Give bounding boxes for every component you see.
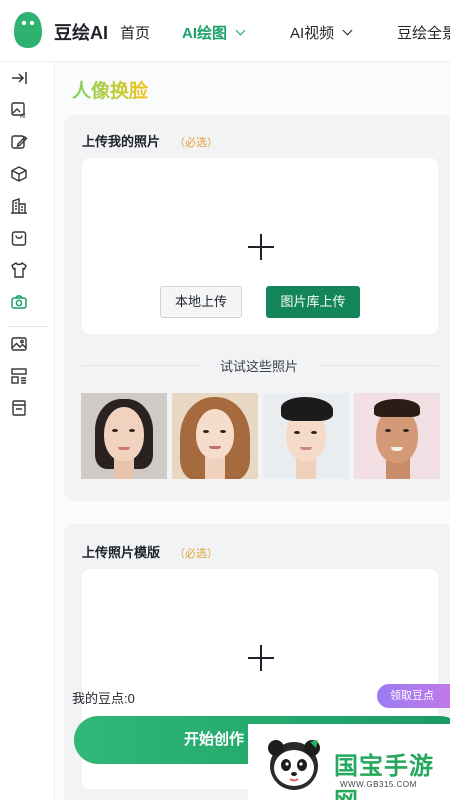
required-label: （必选） [174,137,219,149]
watermark-title: 国宝手游网 [334,752,434,800]
photo-upload-area[interactable]: 本地上传 图片库上传 [82,158,438,334]
sample-photo-4[interactable] [354,393,440,479]
doohui-logo-icon[interactable] [12,10,44,50]
nav-ai-video-label: AI视频 [290,25,335,42]
upload-template-title: 上传照片模版 （必选） [82,542,218,561]
sample-photo-2[interactable] [172,393,258,479]
upload-photo-title: 上传我的照片 （必选） [82,131,218,150]
page-title: 人像换脸 [72,76,148,103]
chevron-down-icon [235,25,246,36]
svg-text:AI: AI [20,114,26,119]
document-icon[interactable] [9,398,29,418]
building-icon[interactable] [9,196,29,216]
upload-photo-title-text: 上传我的照片 [82,134,161,149]
nav-home[interactable]: 首页 [120,22,150,43]
local-upload-button[interactable]: 本地上传 [160,286,242,318]
nav-panorama[interactable]: 豆绘全景 [397,22,450,43]
collapse-icon[interactable] [9,68,29,88]
plus-icon[interactable] [248,645,274,671]
ai-image-icon[interactable]: AI [9,100,29,120]
camera-icon[interactable] [9,292,29,312]
my-points: 我的豆点:0 [72,691,135,706]
sample-photo-3[interactable] [263,393,349,479]
sample-photos [81,393,440,479]
claim-points-button[interactable]: 领取豆点 [377,684,450,708]
watermark-url: WWW.GB315.COM [340,780,417,789]
upload-photo-card: 上传我的照片 （必选） 本地上传 图片库上传 试试这些照片 [64,115,450,501]
sidebar-divider [8,326,48,327]
edit-image-icon[interactable] [9,132,29,152]
watermark: 国宝手游网 WWW.GB315.COM [248,724,450,800]
gallery-upload-button[interactable]: 图片库上传 [266,286,360,318]
nav-home-label: 首页 [120,25,151,42]
panda-logo-icon [268,740,320,790]
shirt-icon[interactable] [9,260,29,280]
nav-panorama-label: 豆绘全景 [397,25,450,42]
gallery-icon[interactable] [9,334,29,354]
bag-icon[interactable] [9,228,29,248]
nav-ai-drawing-label: AI绘图 [182,25,228,42]
sidebar: AI [0,62,55,800]
nav-ai-drawing[interactable]: AI绘图 [182,22,246,43]
plus-icon[interactable] [248,234,274,260]
upload-template-title-text: 上传照片模版 [82,545,161,560]
layout-icon[interactable] [9,366,29,386]
nav-ai-video[interactable]: AI视频 [290,22,353,43]
chevron-down-icon [342,25,353,36]
brand-name[interactable]: 豆绘AI [54,19,108,45]
sample-photo-1[interactable] [81,393,167,479]
cube-icon[interactable] [9,164,29,184]
divider-line [320,365,438,366]
top-bar: 豆绘AI 首页 AI绘图 AI视频 豆绘全景 [0,0,450,62]
required-label: （必选） [174,548,219,560]
